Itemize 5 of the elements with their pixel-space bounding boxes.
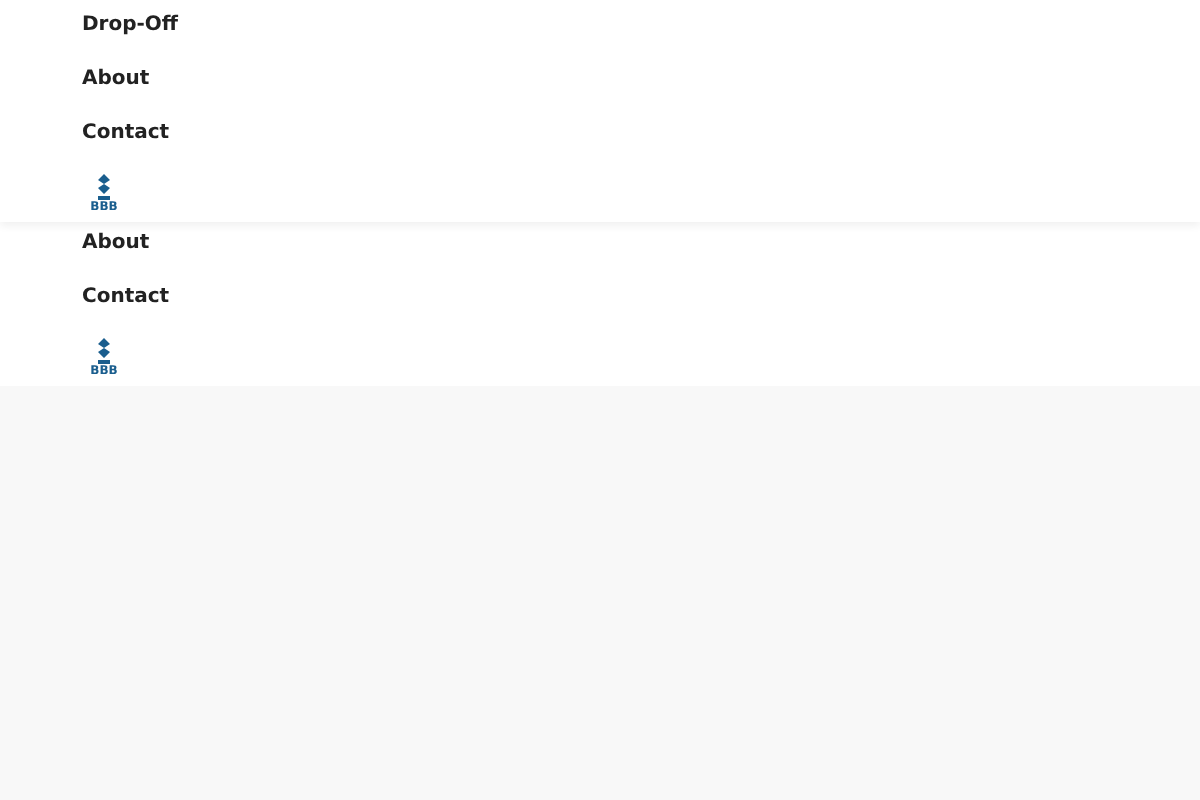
nav-link[interactable]: About	[82, 230, 150, 284]
nav-link[interactable]: Contact	[82, 284, 170, 338]
nav-link[interactable]: Drop-Off	[82, 12, 179, 66]
nav-link[interactable]: About	[82, 66, 150, 120]
nav-link[interactable]: Contact	[82, 120, 170, 174]
